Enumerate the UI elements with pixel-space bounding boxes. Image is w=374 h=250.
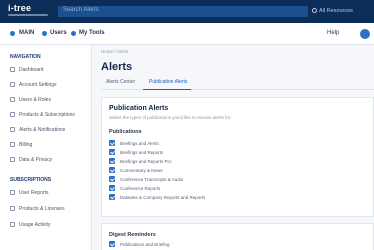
card-title: Publication Alerts — [109, 105, 169, 112]
scope-selector[interactable]: All Resources — [312, 6, 374, 17]
box-icon — [10, 112, 15, 117]
sidebar-item-label: User Reports — [19, 190, 49, 196]
app-logo[interactable]: i-tree — [8, 3, 48, 20]
users-icon — [10, 97, 15, 102]
active-tab-indicator — [143, 89, 191, 90]
checkbox[interactable] — [109, 176, 115, 182]
checkbox[interactable] — [109, 167, 115, 173]
checkbox[interactable] — [109, 194, 115, 200]
sidebar-item-alerts[interactable]: Alerts & Notifications — [10, 127, 88, 135]
sidebar-item-label: Users & Roles — [19, 97, 51, 103]
option-row[interactable]: Datasets & Company Reports and Reports — [109, 194, 205, 202]
bell-icon — [10, 127, 15, 132]
license-icon — [10, 206, 15, 211]
checkbox[interactable] — [109, 158, 115, 164]
sidebar-item-label: Products & Subscriptions — [19, 112, 75, 118]
option-row[interactable]: Commentary & News — [109, 167, 163, 175]
card-title: Digest Reminders — [109, 232, 156, 238]
checkbox[interactable] — [109, 140, 115, 146]
option-label: Briefings and Reports Pro — [120, 159, 172, 164]
option-label: Commentary & News — [120, 168, 163, 173]
checkbox[interactable] — [109, 185, 115, 191]
search-input[interactable]: Search Alerts — [58, 6, 308, 17]
sidebar-item-dashboard[interactable]: Dashboard — [10, 67, 88, 75]
sidebar: NAVIGATION Dashboard Account Settings Us… — [0, 45, 92, 250]
search-placeholder: Search Alerts — [63, 7, 99, 13]
option-row[interactable]: Briefings and Alerts — [109, 140, 159, 148]
sidebar-item-label: Billing — [19, 142, 33, 148]
option-label: Briefings and Reports — [120, 150, 164, 155]
option-label: Publications and Briefing — [120, 242, 170, 247]
digest-reminders-card: Digest Reminders Publications and Briefi… — [101, 223, 374, 250]
activity-icon — [10, 222, 15, 227]
option-label: Briefings and Alerts — [120, 141, 159, 146]
breadcrumb[interactable]: Home / Alerts — [101, 49, 128, 54]
sidebar-item-label: Products & Licenses — [19, 206, 65, 212]
sidebar-item-products[interactable]: Products & Subscriptions — [10, 112, 88, 120]
page-title: Alerts — [101, 61, 133, 73]
scope-label: All Resources — [319, 8, 353, 14]
card-description: Select the types of publications you'd l… — [109, 115, 232, 120]
checkbox[interactable] — [109, 241, 115, 247]
option-row[interactable]: Briefings and Reports — [109, 149, 163, 157]
globe-icon — [312, 8, 317, 13]
report-icon — [10, 190, 15, 195]
publication-alerts-card: Publication Alerts Select the types of p… — [101, 97, 374, 217]
option-label: Datasets & Company Reports and Reports — [120, 195, 206, 200]
sidebar-section-title: SUBSCRIPTIONS — [10, 177, 52, 183]
option-row[interactable]: Conference Reports — [109, 185, 160, 193]
sidebar-item-usage[interactable]: Usage Activity — [10, 222, 88, 230]
card-icon — [10, 142, 15, 147]
logo-text: i-tree — [8, 3, 32, 13]
users-icon — [42, 31, 47, 36]
shield-icon — [10, 157, 15, 162]
option-row[interactable]: Publications and Briefing — [109, 241, 170, 247]
sidebar-item-users[interactable]: Users & Roles — [10, 97, 88, 105]
top-bar: i-tree Search Alerts All Resources — [0, 0, 374, 23]
tab-bar: Alerts Center Publication Alerts — [101, 77, 374, 90]
help-link[interactable]: Help — [327, 30, 339, 36]
checkbox[interactable] — [109, 149, 115, 155]
menu-icon[interactable] — [10, 31, 15, 36]
option-row[interactable]: Briefings and Reports Pro — [109, 158, 172, 166]
sidebar-item-account[interactable]: Account Settings — [10, 82, 88, 90]
sidebar-section-title: NAVIGATION — [10, 54, 41, 60]
group-label: Publications — [109, 129, 142, 135]
settings-icon — [10, 82, 15, 87]
sidebar-item-label: Account Settings — [19, 82, 57, 88]
nav-strip: MAIN Users My Tools Help — [0, 23, 374, 45]
option-label: Conference Reports — [120, 186, 161, 191]
nav-item-main[interactable]: MAIN — [19, 30, 34, 36]
dashboard-icon — [10, 67, 15, 72]
nav-item-users[interactable]: Users — [50, 30, 67, 36]
sidebar-item-label: Data & Privacy — [19, 157, 53, 163]
sidebar-item-user-reports[interactable]: User Reports — [10, 190, 88, 198]
option-row[interactable]: Conference Transcripts & Audio — [109, 176, 183, 184]
sidebar-item-billing[interactable]: Billing — [10, 142, 88, 150]
tab-publication-alerts[interactable]: Publication Alerts — [149, 79, 187, 85]
logo-subline — [8, 14, 48, 16]
sidebar-item-label: Usage Activity — [19, 222, 51, 228]
option-label: Conference Transcripts & Audio — [120, 177, 184, 182]
avatar[interactable] — [360, 29, 370, 39]
sidebar-item-privacy[interactable]: Data & Privacy — [10, 157, 88, 165]
sidebar-item-label: Dashboard — [19, 67, 44, 73]
tab-alerts-center[interactable]: Alerts Center — [106, 79, 135, 85]
nav-item-tools[interactable]: My Tools — [79, 30, 105, 36]
sidebar-item-label: Alerts & Notifications — [19, 127, 66, 133]
sidebar-item-licenses[interactable]: Products & Licenses — [10, 206, 88, 214]
tools-icon — [71, 31, 76, 36]
